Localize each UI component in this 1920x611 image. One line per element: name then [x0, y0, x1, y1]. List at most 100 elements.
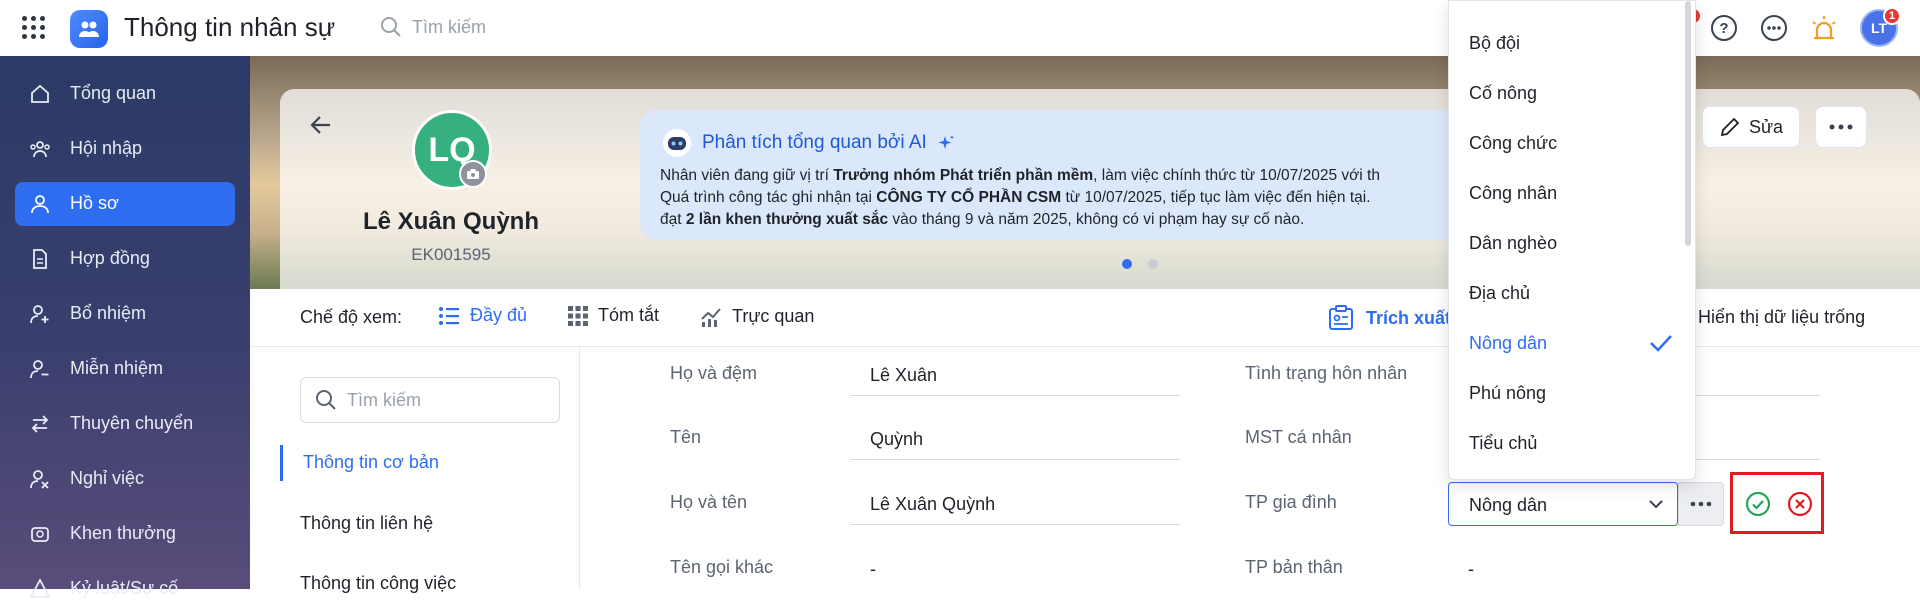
field-value-middle-name[interactable]: Lê Xuân — [850, 352, 1180, 396]
sidebar-item-reward[interactable]: Khen thưởng — [15, 512, 235, 556]
section-job-info[interactable]: Thông tin công việc — [280, 573, 456, 594]
field-label-family-background: TP gia đình — [1245, 492, 1337, 512]
notification-badge: 1 — [1883, 7, 1901, 25]
sidebar-item-label: Khen thưởng — [70, 523, 176, 543]
dropdown-option[interactable]: Dân nghèo — [1469, 233, 1557, 254]
ai-text-segment: , làm việc chính thức từ 10/07/2025 với … — [1093, 167, 1380, 184]
sidebar-item-contract[interactable]: Hợp đồng — [15, 237, 235, 281]
field-label-alias: Tên gọi khác — [670, 557, 774, 577]
carousel-dot[interactable] — [1148, 259, 1158, 269]
profile-name: Lê Xuân Quỳnh — [362, 208, 539, 235]
field-value-first-name[interactable]: Quỳnh — [850, 416, 1180, 460]
dropdown-option[interactable]: Công chức — [1469, 133, 1557, 154]
edit-button[interactable]: Sửa — [1702, 106, 1800, 148]
view-visual-option[interactable]: Trực quan — [700, 305, 814, 327]
select-value: Nông dân — [1469, 495, 1548, 515]
dropdown-option[interactable]: Địa chủ — [1469, 283, 1530, 304]
view-full-label: Đầy đủ — [470, 305, 528, 325]
camera-icon[interactable] — [459, 160, 487, 188]
search-placeholder: Tìm kiếm — [412, 16, 486, 37]
view-summary-option[interactable]: Tóm tắt — [568, 305, 659, 326]
svg-text:?: ? — [1719, 20, 1728, 37]
family-background-select[interactable]: Nông dân — [1448, 482, 1678, 526]
sidebar-item-transfer[interactable]: Thuyên chuyển — [15, 402, 235, 446]
dropdown-option[interactable]: Phú nông — [1469, 383, 1546, 404]
dropdown-option[interactable]: Tiểu chủ — [1469, 433, 1537, 454]
ai-summary-text: Nhân viên đang giữ vị trí Trưởng nhóm Ph… — [660, 165, 1470, 231]
app-title: Thông tin nhân sự — [124, 12, 336, 42]
back-arrow-icon[interactable] — [308, 112, 334, 138]
ai-text-highlight: Trưởng nhóm Phát triển phần mềm — [833, 167, 1094, 184]
view-full-option[interactable]: Đầy đủ — [438, 305, 527, 326]
sidebar-item-label: Hợp đồng — [70, 248, 150, 268]
sidebar: Tổng quan Hội nhập Hồ sơ Hợp đồng Bổ nhi… — [0, 56, 250, 598]
sidebar-item-discipline[interactable]: Kỷ luật/Sự cố — [15, 567, 235, 611]
sidebar-item-resignation[interactable]: Nghỉ việc — [15, 457, 235, 501]
cancel-x-icon[interactable] — [1787, 491, 1813, 517]
sidebar-item-profile[interactable]: Hồ sơ — [15, 182, 235, 226]
view-summary-label: Tóm tắt — [598, 305, 660, 325]
global-search[interactable]: Tìm kiếm — [380, 16, 486, 38]
warning-icon — [29, 578, 51, 598]
sidebar-item-label: Hội nhập — [70, 138, 143, 158]
field-label-marital-status: Tình trạng hôn nhân — [1245, 363, 1408, 383]
confirm-check-icon[interactable] — [1745, 491, 1771, 517]
sidebar-item-overview[interactable]: Tổng quan — [15, 72, 235, 116]
extract-icon — [1329, 305, 1353, 330]
grid-dots-icon — [568, 305, 588, 326]
home-icon — [31, 84, 49, 103]
select-more-button[interactable] — [1678, 482, 1724, 526]
more-circle-icon[interactable] — [1760, 14, 1788, 42]
ai-text-segment: đạt — [660, 211, 686, 228]
section-search-input[interactable]: Tìm kiếm — [300, 377, 560, 423]
sidebar-item-label: Bổ nhiệm — [70, 303, 147, 323]
ai-summary-title: Phân tích tổng quan bởi AI — [702, 132, 927, 153]
help-icon[interactable]: ? — [1710, 14, 1738, 42]
idea-icon[interactable] — [1810, 14, 1838, 42]
sparkle-icon — [938, 135, 954, 149]
field-value-full-name[interactable]: Lê Xuân Quỳnh — [850, 481, 1180, 525]
dropdown-scrollbar[interactable] — [1685, 1, 1691, 246]
field-value-alias[interactable]: - — [850, 546, 1180, 590]
dropdown-option[interactable]: Cố nông — [1469, 83, 1537, 104]
ai-summary-card: Phân tích tổng quan bởi AI Nhân viên đan… — [640, 110, 1470, 240]
extract-label: Trích xuất — [1366, 307, 1452, 328]
show-empty-toggle-label[interactable]: Hiển thị dữ liệu trống — [1698, 307, 1865, 328]
more-horizontal-icon — [1829, 124, 1853, 130]
field-label-middle-name: Họ và đệm — [670, 363, 758, 383]
field-label-tax-code: MST cá nhân — [1245, 427, 1352, 447]
more-horizontal-icon — [1690, 501, 1712, 507]
team-icon — [30, 141, 50, 158]
family-background-dropdown: Bộ đội Cố nông Công chức Công nhân Dân n… — [1448, 0, 1696, 480]
section-basic-info[interactable]: Thông tin cơ bản — [280, 445, 439, 481]
edit-confirm-group — [1730, 472, 1824, 534]
employee-code: EK001595 — [411, 245, 491, 264]
ai-text-highlight: CÔNG TY CỔ PHẦN CSM — [876, 189, 1062, 206]
user-minus-icon — [30, 360, 49, 379]
document-icon — [33, 249, 47, 269]
sidebar-item-dismissal[interactable]: Miễn nhiệm — [15, 347, 235, 391]
app-logo-icon — [70, 10, 108, 48]
list-icon — [439, 306, 459, 325]
sidebar-item-appointment[interactable]: Bổ nhiệm — [15, 292, 235, 336]
chevron-down-icon — [1649, 500, 1663, 509]
search-icon — [316, 390, 336, 410]
app-grid-icon[interactable] — [22, 16, 46, 40]
field-value-personal-background[interactable]: - — [1448, 546, 1748, 590]
sidebar-item-onboarding[interactable]: Hội nhập — [15, 127, 235, 171]
dropdown-option[interactable]: Công nhân — [1469, 183, 1557, 204]
dropdown-option-selected[interactable]: Nông dân — [1469, 333, 1547, 354]
view-visual-label: Trực quan — [732, 305, 815, 326]
section-navigator: Tìm kiếm Thông tin cơ bản Thông tin liên… — [250, 347, 580, 593]
dropdown-option[interactable]: Bộ đội — [1469, 33, 1520, 54]
carousel-dot[interactable] — [1122, 259, 1132, 269]
more-actions-button[interactable] — [1815, 106, 1867, 148]
section-search-placeholder: Tìm kiếm — [347, 389, 421, 410]
user-icon — [31, 195, 49, 214]
section-contact-info[interactable]: Thông tin liên hệ — [280, 513, 433, 534]
carousel-dots[interactable] — [1122, 256, 1174, 274]
sidebar-item-label: Hồ sơ — [70, 193, 119, 213]
field-label-first-name: Tên — [670, 427, 702, 447]
basic-info-form: Họ và đệm Lê Xuân Tên Quỳnh Họ và tên Lê… — [580, 347, 1920, 589]
extract-button[interactable]: Trích xuất — [1328, 305, 1451, 331]
